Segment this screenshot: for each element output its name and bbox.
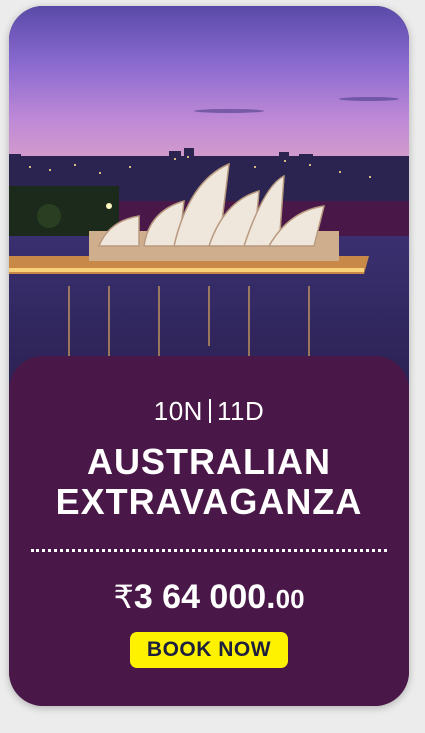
title-line-2: EXTRAVAGANZA [55, 481, 363, 522]
sydney-opera-house-photo [9, 6, 409, 406]
rupee-icon: ₹ [113, 578, 134, 616]
book-now-button[interactable]: BOOK NOW [130, 632, 288, 668]
nights-count: 10N [153, 396, 203, 426]
days-count: 11D [216, 396, 265, 426]
package-info-panel: 10N 11D AUSTRALIAN EXTRAVAGANZA ₹3 64 000… [9, 356, 409, 706]
package-price: ₹3 64 000.00 [9, 578, 409, 617]
package-card[interactable]: 10N 11D AUSTRALIAN EXTRAVAGANZA ₹3 64 000… [9, 6, 409, 706]
price-decimals: 00 [275, 584, 305, 614]
trip-duration: 10N 11D [9, 396, 409, 427]
title-line-1: AUSTRALIAN [87, 441, 331, 482]
package-title: AUSTRALIAN EXTRAVAGANZA [9, 442, 409, 522]
price-amount: 3 64 000. [133, 578, 276, 616]
dotted-divider [31, 549, 387, 552]
duration-separator [208, 399, 211, 423]
